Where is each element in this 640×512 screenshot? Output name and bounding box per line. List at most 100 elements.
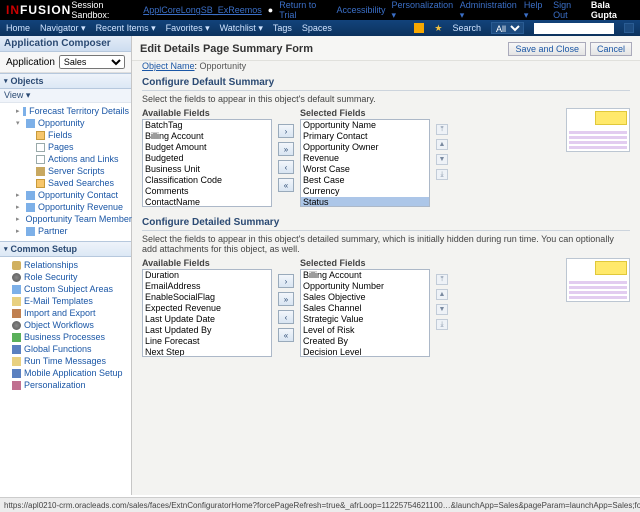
list-item[interactable]: Budget Amount — [143, 142, 271, 153]
tree-node[interactable]: Personalization — [4, 379, 129, 391]
tree-node[interactable]: ▾Opportunity — [4, 117, 129, 129]
list-item[interactable]: Line Forecast — [143, 336, 271, 347]
star-icon[interactable]: ★ — [434, 23, 442, 34]
list-item[interactable]: Primary Contact — [301, 131, 429, 142]
nav-navigator[interactable]: Navigator ▾ — [40, 23, 86, 34]
list-item[interactable]: Last Update Date — [143, 314, 271, 325]
list-item[interactable]: Comments — [143, 186, 271, 197]
move-bottom-button-2[interactable]: ⤓ — [436, 319, 448, 330]
tree-node[interactable]: Fields — [4, 129, 129, 141]
accessibility-link[interactable]: Accessibility — [337, 5, 386, 15]
nav-home[interactable]: Home — [6, 23, 30, 33]
tree-node[interactable]: ▸Opportunity Revenue — [4, 201, 129, 213]
save-and-close-button[interactable]: Save and Close — [508, 42, 586, 56]
detailed-selected-list[interactable]: Billing AccountOpportunity NumberSales O… — [300, 269, 430, 357]
move-down-button-2[interactable]: ▼ — [436, 304, 448, 315]
list-item[interactable]: Last Updated By — [143, 325, 271, 336]
list-item[interactable]: Duration — [143, 270, 271, 281]
tree-node[interactable]: E-Mail Templates — [4, 295, 129, 307]
list-item[interactable]: Currency — [301, 186, 429, 197]
tree-node[interactable]: Server Scripts — [4, 165, 129, 177]
tree-node[interactable]: Import and Export — [4, 307, 129, 319]
move-all-left-button-2[interactable]: « — [278, 328, 294, 342]
search-scope-select[interactable]: All — [491, 22, 524, 34]
list-item[interactable]: Business Unit — [143, 164, 271, 175]
list-item[interactable]: Opportunity Number — [301, 281, 429, 292]
list-item[interactable]: BatchTag — [143, 120, 271, 131]
nav-favorites[interactable]: Favorites ▾ — [166, 23, 210, 34]
tree-node[interactable]: Custom Subject Areas — [4, 283, 129, 295]
list-item[interactable]: Created By — [301, 336, 429, 347]
list-item[interactable]: ContactName — [143, 197, 271, 207]
default-available-list[interactable]: BatchTagBilling AccountBudget AmountBudg… — [142, 119, 272, 207]
help-menu[interactable]: Help ▾ — [524, 0, 547, 21]
move-up-button-2[interactable]: ▲ — [436, 289, 448, 300]
move-right-button-2[interactable]: › — [278, 274, 294, 288]
tree-node[interactable]: Actions and Links — [4, 153, 129, 165]
nav-watchlist[interactable]: Watchlist ▾ — [220, 23, 263, 34]
list-item[interactable]: Status — [301, 197, 429, 207]
list-item[interactable]: Worst Case — [301, 164, 429, 175]
list-item[interactable]: Strategic Value — [301, 314, 429, 325]
search-input[interactable] — [534, 23, 614, 34]
common-setup-header[interactable]: Common Setup — [0, 241, 131, 257]
tree-node[interactable]: Object Workflows — [4, 319, 129, 331]
move-all-left-button[interactable]: « — [278, 178, 294, 192]
list-item[interactable]: Opportunity Name — [301, 120, 429, 131]
move-left-button-2[interactable]: ‹ — [278, 310, 294, 324]
tree-node[interactable]: Business Processes — [4, 331, 129, 343]
application-select[interactable]: Sales — [59, 55, 125, 69]
tree-node[interactable]: Run Time Messages — [4, 355, 129, 367]
list-item[interactable]: Opportunity Owner — [301, 142, 429, 153]
cancel-button[interactable]: Cancel — [590, 42, 632, 56]
list-item[interactable]: Expected Revenue — [143, 303, 271, 314]
move-right-button[interactable]: › — [278, 124, 294, 138]
list-item[interactable]: Budgeted — [143, 153, 271, 164]
tree-node[interactable]: Mobile Application Setup — [4, 367, 129, 379]
list-item[interactable]: Classification Code — [143, 175, 271, 186]
list-item[interactable]: Level of Risk — [301, 325, 429, 336]
tree-node[interactable]: ▸Forecast Territory Details — [4, 105, 129, 117]
move-left-button[interactable]: ‹ — [278, 160, 294, 174]
nav-tags[interactable]: Tags — [273, 23, 292, 33]
list-item[interactable]: Next Step — [143, 347, 271, 357]
sandbox-link[interactable]: ApplCoreLongSB_ExReemos — [143, 5, 262, 15]
tree-node[interactable]: ▸Partner — [4, 225, 129, 237]
nav-recent[interactable]: Recent Items ▾ — [96, 23, 156, 34]
tree-node[interactable]: ▸Opportunity Team Member — [4, 213, 129, 225]
list-item[interactable]: Best Case — [301, 175, 429, 186]
home-icon[interactable] — [414, 23, 424, 33]
personalization-menu[interactable]: Personalization ▾ — [392, 0, 454, 21]
list-item[interactable]: EmailAddress — [143, 281, 271, 292]
tree-node[interactable]: Role Security — [4, 271, 129, 283]
tree-node[interactable]: Relationships — [4, 259, 129, 271]
administration-menu[interactable]: Administration ▾ — [460, 0, 518, 21]
move-bottom-button[interactable]: ⤓ — [436, 169, 448, 180]
signout-link[interactable]: Sign Out — [553, 0, 585, 20]
search-go-button[interactable] — [624, 23, 634, 33]
tree-node[interactable]: Saved Searches — [4, 177, 129, 189]
tree-node[interactable]: Pages — [4, 141, 129, 153]
list-item[interactable]: Sales Objective — [301, 292, 429, 303]
move-top-button[interactable]: ⤒ — [436, 124, 448, 135]
objects-section-header[interactable]: Objects — [0, 73, 131, 89]
default-selected-list[interactable]: Opportunity NamePrimary ContactOpportuni… — [300, 119, 430, 207]
detailed-available-list[interactable]: DurationEmailAddressEnableSocialFlagExpe… — [142, 269, 272, 357]
move-all-right-button-2[interactable]: » — [278, 292, 294, 306]
list-item[interactable]: Decision Level — [301, 347, 429, 357]
move-all-right-button[interactable]: » — [278, 142, 294, 156]
list-item[interactable]: Billing Account — [143, 131, 271, 142]
list-item[interactable]: Billing Account — [301, 270, 429, 281]
tree-node[interactable]: Global Functions — [4, 343, 129, 355]
view-menu[interactable]: View ▾ — [0, 89, 131, 103]
nav-spaces[interactable]: Spaces — [302, 23, 332, 33]
tree-node[interactable]: ▸Opportunity Contact — [4, 189, 129, 201]
list-item[interactable]: Revenue — [301, 153, 429, 164]
list-item[interactable]: EnableSocialFlag — [143, 292, 271, 303]
move-top-button-2[interactable]: ⤒ — [436, 274, 448, 285]
list-item[interactable]: Sales Channel — [301, 303, 429, 314]
move-up-button[interactable]: ▲ — [436, 139, 448, 150]
move-down-button[interactable]: ▼ — [436, 154, 448, 165]
breadcrumb-parent[interactable]: Object Name — [142, 61, 195, 71]
return-to-trial-link[interactable]: Return to Trial — [279, 0, 330, 20]
